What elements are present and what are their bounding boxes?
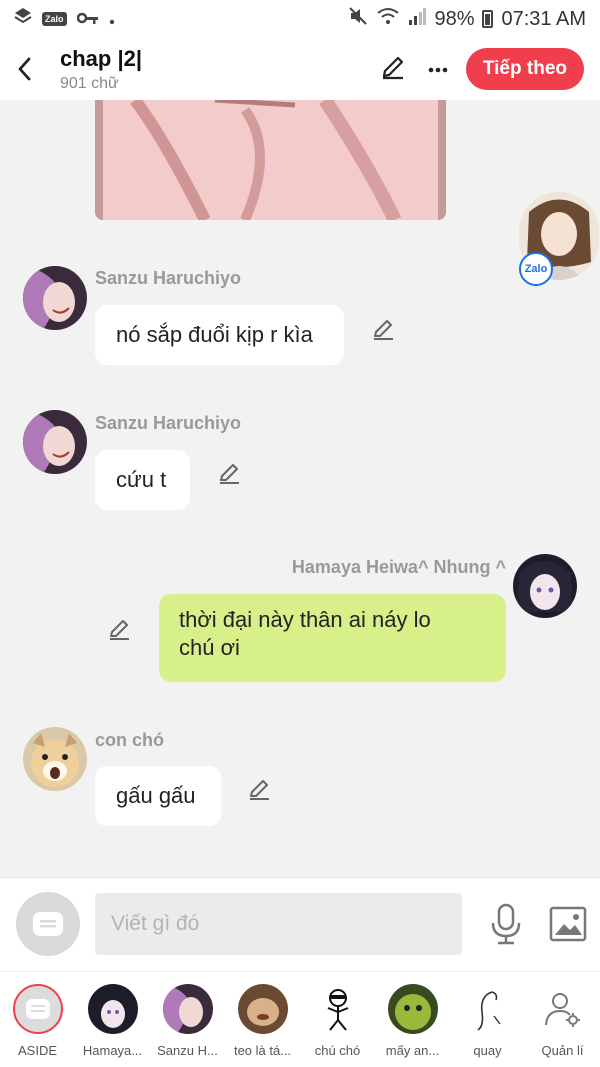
battery-percent: 98% <box>434 7 475 30</box>
tab-quay[interactable]: quay <box>450 972 525 1067</box>
tab-aside[interactable]: ASIDE <box>0 972 75 1067</box>
back-arrow-icon <box>18 57 31 81</box>
message-bubble[interactable]: gấu gấu <box>95 766 221 826</box>
next-chapter-button[interactable]: Tiếp theo <box>465 48 584 90</box>
message-composer <box>0 877 600 971</box>
clock: 07:31 AM <box>501 7 586 30</box>
avatar-sanzu[interactable] <box>23 266 87 330</box>
zalo-badge: Zalo <box>519 252 553 286</box>
tab-label: Sanzu H... <box>157 1043 218 1058</box>
tab-sanzu[interactable]: Sanzu H... <box>150 972 225 1067</box>
key-icon <box>76 8 99 31</box>
message-bubble[interactable]: nó sắp đuổi kịp r kìa <box>95 305 344 365</box>
microphone-icon <box>491 903 521 945</box>
word-count: 901 chữ <box>60 74 119 92</box>
edit-message-pencil-icon[interactable] <box>217 460 243 486</box>
chat-area[interactable]: Zalo Sanzu Haruchiyo nó sắp đuổi kịp r k… <box>0 100 600 877</box>
edit-message-pencil-icon[interactable] <box>247 776 273 802</box>
message-bubble-own[interactable]: thời đại này thân ai náy lo chú ơi <box>159 594 506 682</box>
message-sender: Sanzu Haruchiyo <box>95 268 242 288</box>
character-tab-bar: ASIDE Hamaya... Sanzu H... teo là tá... … <box>0 971 600 1067</box>
battery-icon <box>482 10 494 28</box>
layers-icon <box>14 7 32 31</box>
tab-label: ASIDE <box>17 1043 57 1058</box>
message-input[interactable] <box>95 893 462 955</box>
tab-label: mấy an... <box>385 1043 440 1058</box>
tab-chu-cho[interactable]: chú chó <box>300 972 375 1067</box>
avatar-hamaya[interactable] <box>513 554 577 618</box>
message-sender: Hamaya Heiwa^ Nhung ^ <box>291 557 506 577</box>
zalo-notification-icon: Zalo <box>42 12 67 26</box>
stick-figure-icon <box>313 984 363 1034</box>
tab-teo[interactable]: teo là tá... <box>225 972 300 1067</box>
aside-icon <box>13 984 63 1034</box>
insert-image-button[interactable] <box>549 906 587 942</box>
avatar-con-cho[interactable] <box>23 727 87 791</box>
tab-manage[interactable]: Quản lí <box>525 972 600 1067</box>
shared-image[interactable] <box>95 100 446 220</box>
tab-hamaya[interactable]: Hamaya... <box>75 972 150 1067</box>
pencil-icon <box>382 56 403 79</box>
sketch-icon <box>463 984 513 1034</box>
top-app-bar: chap |2| 901 chữ Tiếp theo <box>0 38 600 100</box>
signal-icon <box>408 7 427 31</box>
tab-label: teo là tá... <box>233 1043 292 1058</box>
message-text-line: thời đại này thân ai náy lo <box>179 607 431 632</box>
dot-icon <box>109 8 115 31</box>
image-icon <box>549 906 587 942</box>
message-bubble[interactable]: cứu t <box>95 450 190 510</box>
more-options-button[interactable] <box>428 60 448 78</box>
status-bar: Zalo 98% 07:31 AM <box>0 0 600 38</box>
story-mode-button[interactable] <box>16 892 80 956</box>
tab-label: Hamaya... <box>82 1043 143 1058</box>
message-sender: con chó <box>95 730 165 750</box>
manage-user-icon <box>538 984 588 1034</box>
back-button[interactable] <box>2 38 46 100</box>
page-title: chap |2| <box>60 45 143 71</box>
edit-button[interactable] <box>380 54 406 85</box>
avatar <box>388 984 438 1034</box>
avatar <box>163 984 213 1034</box>
tab-label: quay <box>473 1043 502 1058</box>
avatar-sanzu[interactable] <box>23 410 87 474</box>
chat-bubble-icon <box>33 912 63 936</box>
wifi-icon <box>376 7 400 31</box>
tab-label: chú chó <box>314 1043 361 1058</box>
mute-icon <box>348 6 368 32</box>
more-dots-icon <box>428 67 448 73</box>
tab-label: Quản lí <box>541 1043 584 1058</box>
avatar <box>88 984 138 1034</box>
edit-message-pencil-icon[interactable] <box>371 316 397 342</box>
message-text-line: chú ơi <box>179 635 240 660</box>
message-sender: Sanzu Haruchiyo <box>95 413 242 433</box>
microphone-button[interactable] <box>487 903 525 945</box>
edit-message-pencil-icon[interactable] <box>107 616 133 642</box>
tab-may-an[interactable]: mấy an... <box>375 972 450 1067</box>
avatar <box>238 984 288 1034</box>
